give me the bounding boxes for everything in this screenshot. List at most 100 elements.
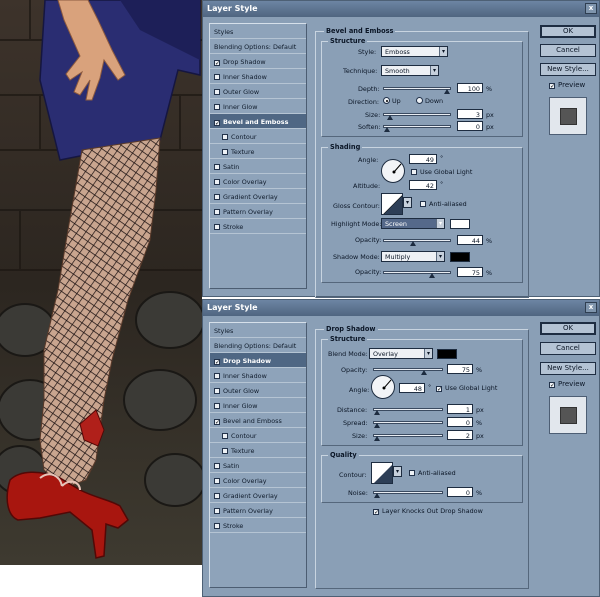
checkbox-icon[interactable] [214, 179, 220, 185]
close-icon[interactable]: x [585, 302, 597, 313]
noise-slider[interactable] [373, 491, 443, 498]
cancel-button[interactable]: Cancel [540, 44, 596, 57]
slider-thumb[interactable] [374, 436, 380, 441]
size-input[interactable]: 3 [457, 109, 483, 119]
checkbox-icon[interactable] [214, 478, 220, 484]
highlight-opacity-slider[interactable] [383, 239, 451, 246]
checkbox-icon[interactable] [214, 164, 220, 170]
slider-thumb[interactable] [410, 241, 417, 246]
slider-thumb[interactable] [374, 493, 380, 498]
direction-up[interactable]: Up [383, 97, 401, 105]
angle-input[interactable]: 49 [409, 154, 437, 164]
ok-button[interactable]: OK [540, 25, 596, 38]
preview-checkbox[interactable]: ✓ Preview [549, 380, 585, 389]
style-list-item[interactable]: Gradient Overlay [210, 189, 306, 204]
shadow-color-swatch[interactable] [450, 252, 470, 262]
checkbox-icon[interactable] [409, 470, 415, 476]
ok-button[interactable]: OK [540, 322, 596, 335]
checkbox-icon[interactable] [214, 388, 220, 394]
style-list-item[interactable]: Texture [210, 144, 306, 159]
checkbox-icon[interactable] [214, 74, 220, 80]
style-list-item[interactable]: Stroke [210, 518, 306, 533]
style-list-item[interactable]: ✓ Drop Shadow [210, 54, 306, 69]
shadow-opacity-slider[interactable] [383, 271, 451, 278]
style-list-item[interactable]: Gradient Overlay [210, 488, 306, 503]
style-list-item[interactable]: Inner Glow [210, 398, 306, 413]
altitude-input[interactable]: 42 [409, 180, 437, 190]
depth-slider[interactable] [383, 87, 451, 94]
angle-dial[interactable] [371, 375, 395, 399]
use-global-light[interactable]: ✓ Use Global Light [436, 384, 497, 393]
style-list-item[interactable]: Satin [210, 159, 306, 174]
checkbox-icon[interactable] [214, 373, 220, 379]
checkbox-icon[interactable] [214, 209, 220, 215]
style-list-item[interactable]: ✓ Bevel and Emboss [210, 413, 306, 428]
style-list-item[interactable]: Color Overlay [210, 473, 306, 488]
new-style-button[interactable]: New Style... [540, 63, 596, 76]
style-list-item[interactable]: ✓ Bevel and Emboss [210, 114, 306, 129]
style-list-item[interactable]: Outer Glow [210, 84, 306, 99]
checkbox-icon[interactable]: ✓ [436, 386, 442, 393]
highlight-opacity-input[interactable]: 44 [457, 235, 483, 245]
slider-thumb[interactable] [374, 423, 380, 428]
opacity-input[interactable]: 75 [447, 364, 473, 374]
style-select[interactable]: Emboss ▾ [381, 46, 448, 57]
size-input[interactable]: 2 [447, 430, 473, 440]
noise-input[interactable]: 0 [447, 487, 473, 497]
slider-thumb[interactable] [444, 89, 450, 94]
style-list-item[interactable]: Satin [210, 458, 306, 473]
style-list-item[interactable]: Blending Options: Default [210, 39, 306, 54]
distance-slider[interactable] [373, 408, 443, 415]
style-list-item[interactable]: Contour [210, 428, 306, 443]
blend-mode-select[interactable]: Overlay ▾ [369, 348, 433, 359]
layer-knocks-out-checkbox[interactable]: ✓ Layer Knocks Out Drop Shadow [373, 507, 483, 516]
checkbox-icon[interactable] [214, 224, 220, 230]
radio-icon[interactable] [416, 97, 423, 104]
highlight-mode-select[interactable]: Screen ▾ [381, 218, 445, 229]
style-list-item[interactable]: Styles [210, 24, 306, 39]
checkbox-icon[interactable] [214, 463, 220, 469]
spread-slider[interactable] [373, 421, 443, 428]
checkbox-icon[interactable] [214, 493, 220, 499]
slider-thumb[interactable] [374, 410, 380, 415]
checkbox-icon[interactable]: ✓ [549, 382, 555, 389]
contour-dropdown[interactable]: ▾ [393, 466, 402, 477]
style-list-item[interactable]: Pattern Overlay [210, 204, 306, 219]
checkbox-icon[interactable] [214, 89, 220, 95]
style-list-item[interactable]: Stroke [210, 219, 306, 234]
style-list-item[interactable]: ✓ Drop Shadow [210, 353, 306, 368]
opacity-slider[interactable] [373, 368, 443, 375]
checkbox-icon[interactable] [222, 448, 228, 454]
style-list-item[interactable]: Contour [210, 129, 306, 144]
size-slider[interactable] [383, 113, 451, 120]
preview-checkbox[interactable]: ✓ Preview [549, 81, 585, 90]
radio-icon[interactable] [383, 97, 390, 104]
checkbox-icon[interactable] [214, 104, 220, 110]
use-global-light[interactable]: Use Global Light [411, 168, 472, 176]
slider-thumb[interactable] [429, 273, 435, 278]
anti-aliased[interactable]: Anti-aliased [420, 200, 467, 208]
slider-thumb[interactable] [387, 115, 393, 120]
checkbox-icon[interactable] [222, 134, 228, 140]
close-icon[interactable]: x [585, 3, 597, 14]
gloss-contour-dropdown[interactable]: ▾ [403, 197, 412, 208]
checkbox-icon[interactable] [222, 433, 228, 439]
shadow-color-swatch[interactable] [437, 349, 457, 359]
spread-input[interactable]: 0 [447, 417, 473, 427]
checkbox-icon[interactable] [214, 508, 220, 514]
style-list-item[interactable]: Inner Shadow [210, 69, 306, 84]
new-style-button[interactable]: New Style... [540, 362, 596, 375]
style-list-item[interactable]: Styles [210, 323, 306, 338]
soften-input[interactable]: 0 [457, 121, 483, 131]
checkbox-icon[interactable]: ✓ [373, 509, 379, 516]
checkbox-icon[interactable] [214, 403, 220, 409]
checkbox-icon[interactable] [214, 523, 220, 529]
technique-select[interactable]: Smooth ▾ [381, 65, 439, 76]
slider-thumb[interactable] [384, 127, 390, 132]
checkbox-icon[interactable] [420, 201, 426, 207]
style-list-item[interactable]: Inner Shadow [210, 368, 306, 383]
checkbox-icon[interactable]: ✓ [214, 359, 220, 366]
slider-thumb[interactable] [420, 370, 427, 375]
cancel-button[interactable]: Cancel [540, 342, 596, 355]
gloss-contour-picker[interactable] [381, 193, 403, 215]
